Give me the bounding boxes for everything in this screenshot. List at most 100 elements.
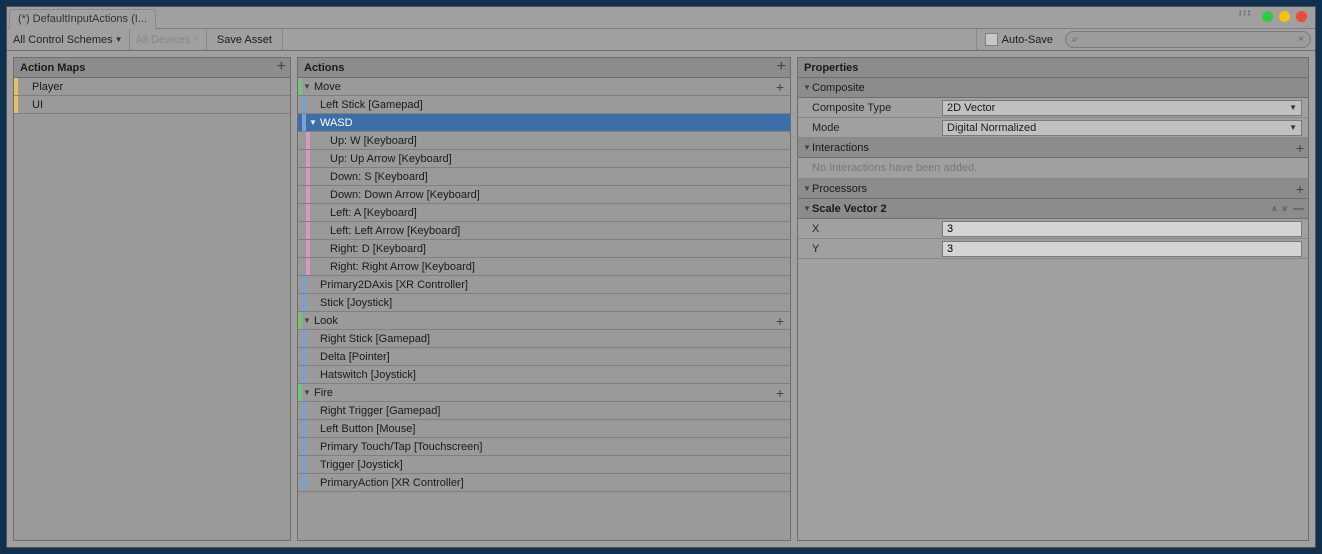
binding-item[interactable]: Down: S [Keyboard] [298, 168, 790, 186]
map-label: Player [18, 81, 63, 93]
devices-dropdown[interactable]: All Devices ▼ [130, 29, 207, 50]
expand-icon[interactable]: ▼ [302, 316, 312, 325]
add-binding-button[interactable]: + [776, 314, 784, 328]
mode-dropdown[interactable]: Digital Normalized ▼ [942, 120, 1302, 136]
control-schemes-dropdown[interactable]: All Control Schemes ▼ [7, 29, 130, 50]
actions-list: ▼ Move + Left Stick [Gamepad] ▼ WASD [298, 78, 790, 540]
binding-item[interactable]: PrimaryAction [XR Controller] [298, 474, 790, 492]
add-binding-button[interactable]: + [776, 80, 784, 94]
action-maps-list: Player UI [14, 78, 290, 540]
binding-label: Left: A [Keyboard] [328, 207, 417, 219]
binding-label: Right Trigger [Gamepad] [318, 405, 440, 417]
composite-type-row: Composite Type 2D Vector ▼ [798, 98, 1308, 118]
composite-type-dropdown[interactable]: 2D Vector ▼ [942, 100, 1302, 116]
action-map-item-player[interactable]: Player [14, 78, 290, 96]
move-up-icon[interactable]: ʌ [1272, 204, 1276, 213]
action-label: Look [312, 315, 338, 327]
minimize-button[interactable] [1262, 11, 1273, 22]
binding-label: Right Stick [Gamepad] [318, 333, 430, 345]
binding-item[interactable]: Stick [Joystick] [298, 294, 790, 312]
binding-item[interactable]: Up: Up Arrow [Keyboard] [298, 150, 790, 168]
move-down-icon[interactable]: v [1283, 204, 1287, 213]
action-maps-header: Action Maps + [14, 58, 290, 78]
x-input[interactable] [942, 221, 1302, 237]
binding-label: Primary2DAxis [XR Controller] [318, 279, 468, 291]
add-interaction-button[interactable]: + [1296, 141, 1304, 155]
add-action-map-button[interactable]: + [277, 59, 286, 75]
binding-label: WASD [318, 117, 353, 129]
search-input[interactable]: ⌕ × [1065, 31, 1311, 48]
expand-icon: ▼ [802, 184, 812, 193]
composite-section-header[interactable]: ▼ Composite [798, 78, 1308, 98]
action-map-item-ui[interactable]: UI [14, 96, 290, 114]
devices-label: All Devices [136, 34, 190, 46]
binding-item[interactable]: Right Stick [Gamepad] [298, 330, 790, 348]
save-asset-button[interactable]: Save Asset [207, 29, 283, 50]
x-label: X [812, 223, 942, 235]
close-button[interactable] [1296, 11, 1307, 22]
remove-processor-button[interactable]: — [1293, 203, 1304, 215]
action-item-look[interactable]: ▼ Look + [298, 312, 790, 330]
expand-icon[interactable]: ▼ [302, 82, 312, 91]
binding-item[interactable]: Right: D [Keyboard] [298, 240, 790, 258]
binding-item[interactable]: Down: Down Arrow [Keyboard] [298, 186, 790, 204]
action-item-move[interactable]: ▼ Move + [298, 78, 790, 96]
binding-item-wasd[interactable]: ▼ WASD [298, 114, 790, 132]
section-label: Interactions [812, 142, 869, 154]
indent [306, 96, 318, 113]
chevron-down-icon: ▼ [1289, 103, 1297, 112]
composite-type-value: 2D Vector [947, 102, 995, 114]
binding-item[interactable]: Hatswitch [Joystick] [298, 366, 790, 384]
save-asset-label: Save Asset [217, 34, 272, 46]
interactions-empty-msg: No Interactions have been added. [798, 158, 1308, 179]
window-tab[interactable]: (*) DefaultInputActions (I... [9, 9, 156, 29]
processors-section-header[interactable]: ▼ Processors + [798, 179, 1308, 199]
section-label: Composite [812, 82, 865, 94]
binding-label: Right: Right Arrow [Keyboard] [328, 261, 475, 273]
binding-item[interactable]: Trigger [Joystick] [298, 456, 790, 474]
properties-title: Properties [804, 62, 858, 74]
maximize-button[interactable] [1279, 11, 1290, 22]
binding-item[interactable]: Right: Right Arrow [Keyboard] [298, 258, 790, 276]
binding-label: Primary Touch/Tap [Touchscreen] [318, 441, 482, 453]
scale-vector-header[interactable]: ▼ Scale Vector 2 ʌ v — [798, 199, 1308, 219]
binding-label: Down: Down Arrow [Keyboard] [328, 189, 480, 201]
binding-label: Right: D [Keyboard] [328, 243, 426, 255]
binding-item[interactable]: Left: A [Keyboard] [298, 204, 790, 222]
expand-icon: ▼ [802, 83, 812, 92]
window-controls [1262, 11, 1307, 22]
y-row: Y [798, 239, 1308, 259]
main-body: Action Maps + Player UI Actions + [7, 51, 1315, 547]
toolbar-spacer [283, 29, 977, 50]
expand-icon[interactable]: ▼ [308, 118, 318, 127]
expand-icon: ▼ [802, 143, 812, 152]
binding-item[interactable]: Left: Left Arrow [Keyboard] [298, 222, 790, 240]
auto-save-toggle[interactable]: Auto-Save [977, 29, 1061, 50]
mode-row: Mode Digital Normalized ▼ [798, 118, 1308, 138]
binding-item[interactable]: Right Trigger [Gamepad] [298, 402, 790, 420]
expand-icon[interactable]: ▼ [302, 388, 312, 397]
binding-label: Delta [Pointer] [318, 351, 390, 363]
binding-item[interactable]: Left Stick [Gamepad] [298, 96, 790, 114]
clear-search-icon[interactable]: × [1298, 34, 1304, 45]
binding-label: Up: W [Keyboard] [328, 135, 417, 147]
expand-icon: ▼ [802, 204, 812, 213]
binding-item[interactable]: Delta [Pointer] [298, 348, 790, 366]
binding-label: Left Button [Mouse] [318, 423, 415, 435]
binding-item[interactable]: Primary Touch/Tap [Touchscreen] [298, 438, 790, 456]
add-action-button[interactable]: + [777, 59, 786, 75]
add-binding-button[interactable]: + [776, 386, 784, 400]
chevron-down-icon: ▼ [192, 35, 200, 44]
binding-item[interactable]: Up: W [Keyboard] [298, 132, 790, 150]
binding-label: Stick [Joystick] [318, 297, 392, 309]
interactions-section-header[interactable]: ▼ Interactions + [798, 138, 1308, 158]
binding-label: Left: Left Arrow [Keyboard] [328, 225, 460, 237]
binding-item[interactable]: Primary2DAxis [XR Controller] [298, 276, 790, 294]
kebab-menu-icon[interactable]: • • •• • • [1239, 11, 1253, 17]
action-item-fire[interactable]: ▼ Fire + [298, 384, 790, 402]
map-label: UI [18, 99, 43, 111]
binding-item[interactable]: Left Button [Mouse] [298, 420, 790, 438]
auto-save-checkbox[interactable] [985, 33, 998, 46]
add-processor-button[interactable]: + [1296, 182, 1304, 196]
y-input[interactable] [942, 241, 1302, 257]
